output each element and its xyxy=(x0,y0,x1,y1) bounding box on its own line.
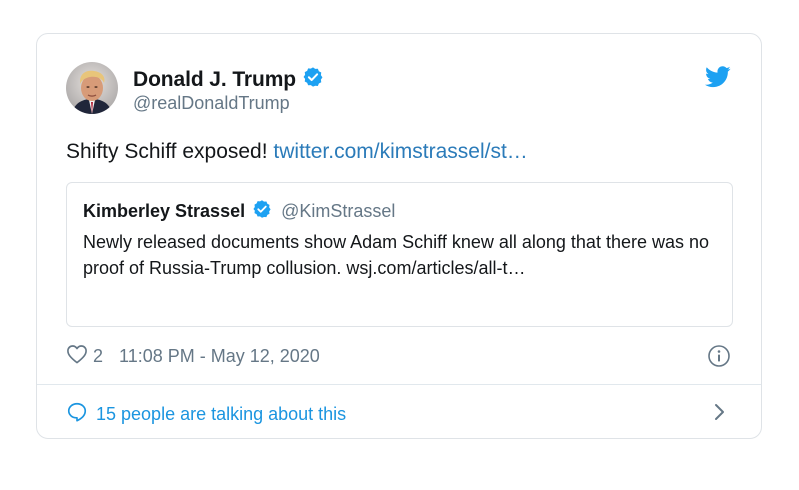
divider xyxy=(37,384,761,385)
quoted-author-handle: @KimStrassel xyxy=(281,201,396,221)
tweet-text: Shifty Schiff exposed! twitter.com/kimst… xyxy=(66,140,528,164)
chevron-right-icon[interactable] xyxy=(713,402,727,422)
tweet-link[interactable]: twitter.com/kimstrassel/st… xyxy=(273,140,527,163)
author-row: Donald J. Trump xyxy=(133,66,324,93)
quoted-tweet-text: Newly released documents show Adam Schif… xyxy=(83,232,710,278)
heart-icon[interactable] xyxy=(66,344,88,369)
conversation-link[interactable]: 15 people are talking about this xyxy=(66,401,346,428)
verified-badge-icon xyxy=(302,66,324,93)
info-icon[interactable] xyxy=(707,344,731,368)
quoted-tweet[interactable]: Kimberley Strassel @KimStrassel Newly re… xyxy=(66,182,733,327)
avatar-image xyxy=(66,62,118,114)
conversation-text[interactable]: 15 people are talking about this xyxy=(96,404,346,425)
author-handle[interactable]: @realDonaldTrump xyxy=(133,93,290,114)
twitter-bird-icon[interactable] xyxy=(705,66,731,88)
author-name[interactable]: Donald J. Trump xyxy=(133,68,296,92)
quoted-tweet-header: Kimberley Strassel @KimStrassel xyxy=(83,199,395,224)
speech-bubble-icon xyxy=(66,401,88,428)
verified-badge-icon xyxy=(252,199,272,224)
timestamp[interactable]: 11:08 PM - May 12, 2020 xyxy=(119,346,320,367)
tweet-card: Donald J. Trump @realDonaldTrump Shifty … xyxy=(36,33,762,439)
avatar[interactable] xyxy=(66,62,118,114)
tweet-body: Shifty Schiff exposed! xyxy=(66,140,274,163)
like-count[interactable]: 2 xyxy=(93,346,103,367)
quoted-author-name: Kimberley Strassel xyxy=(83,201,246,221)
tweet-meta: 2 11:08 PM - May 12, 2020 xyxy=(66,344,320,369)
